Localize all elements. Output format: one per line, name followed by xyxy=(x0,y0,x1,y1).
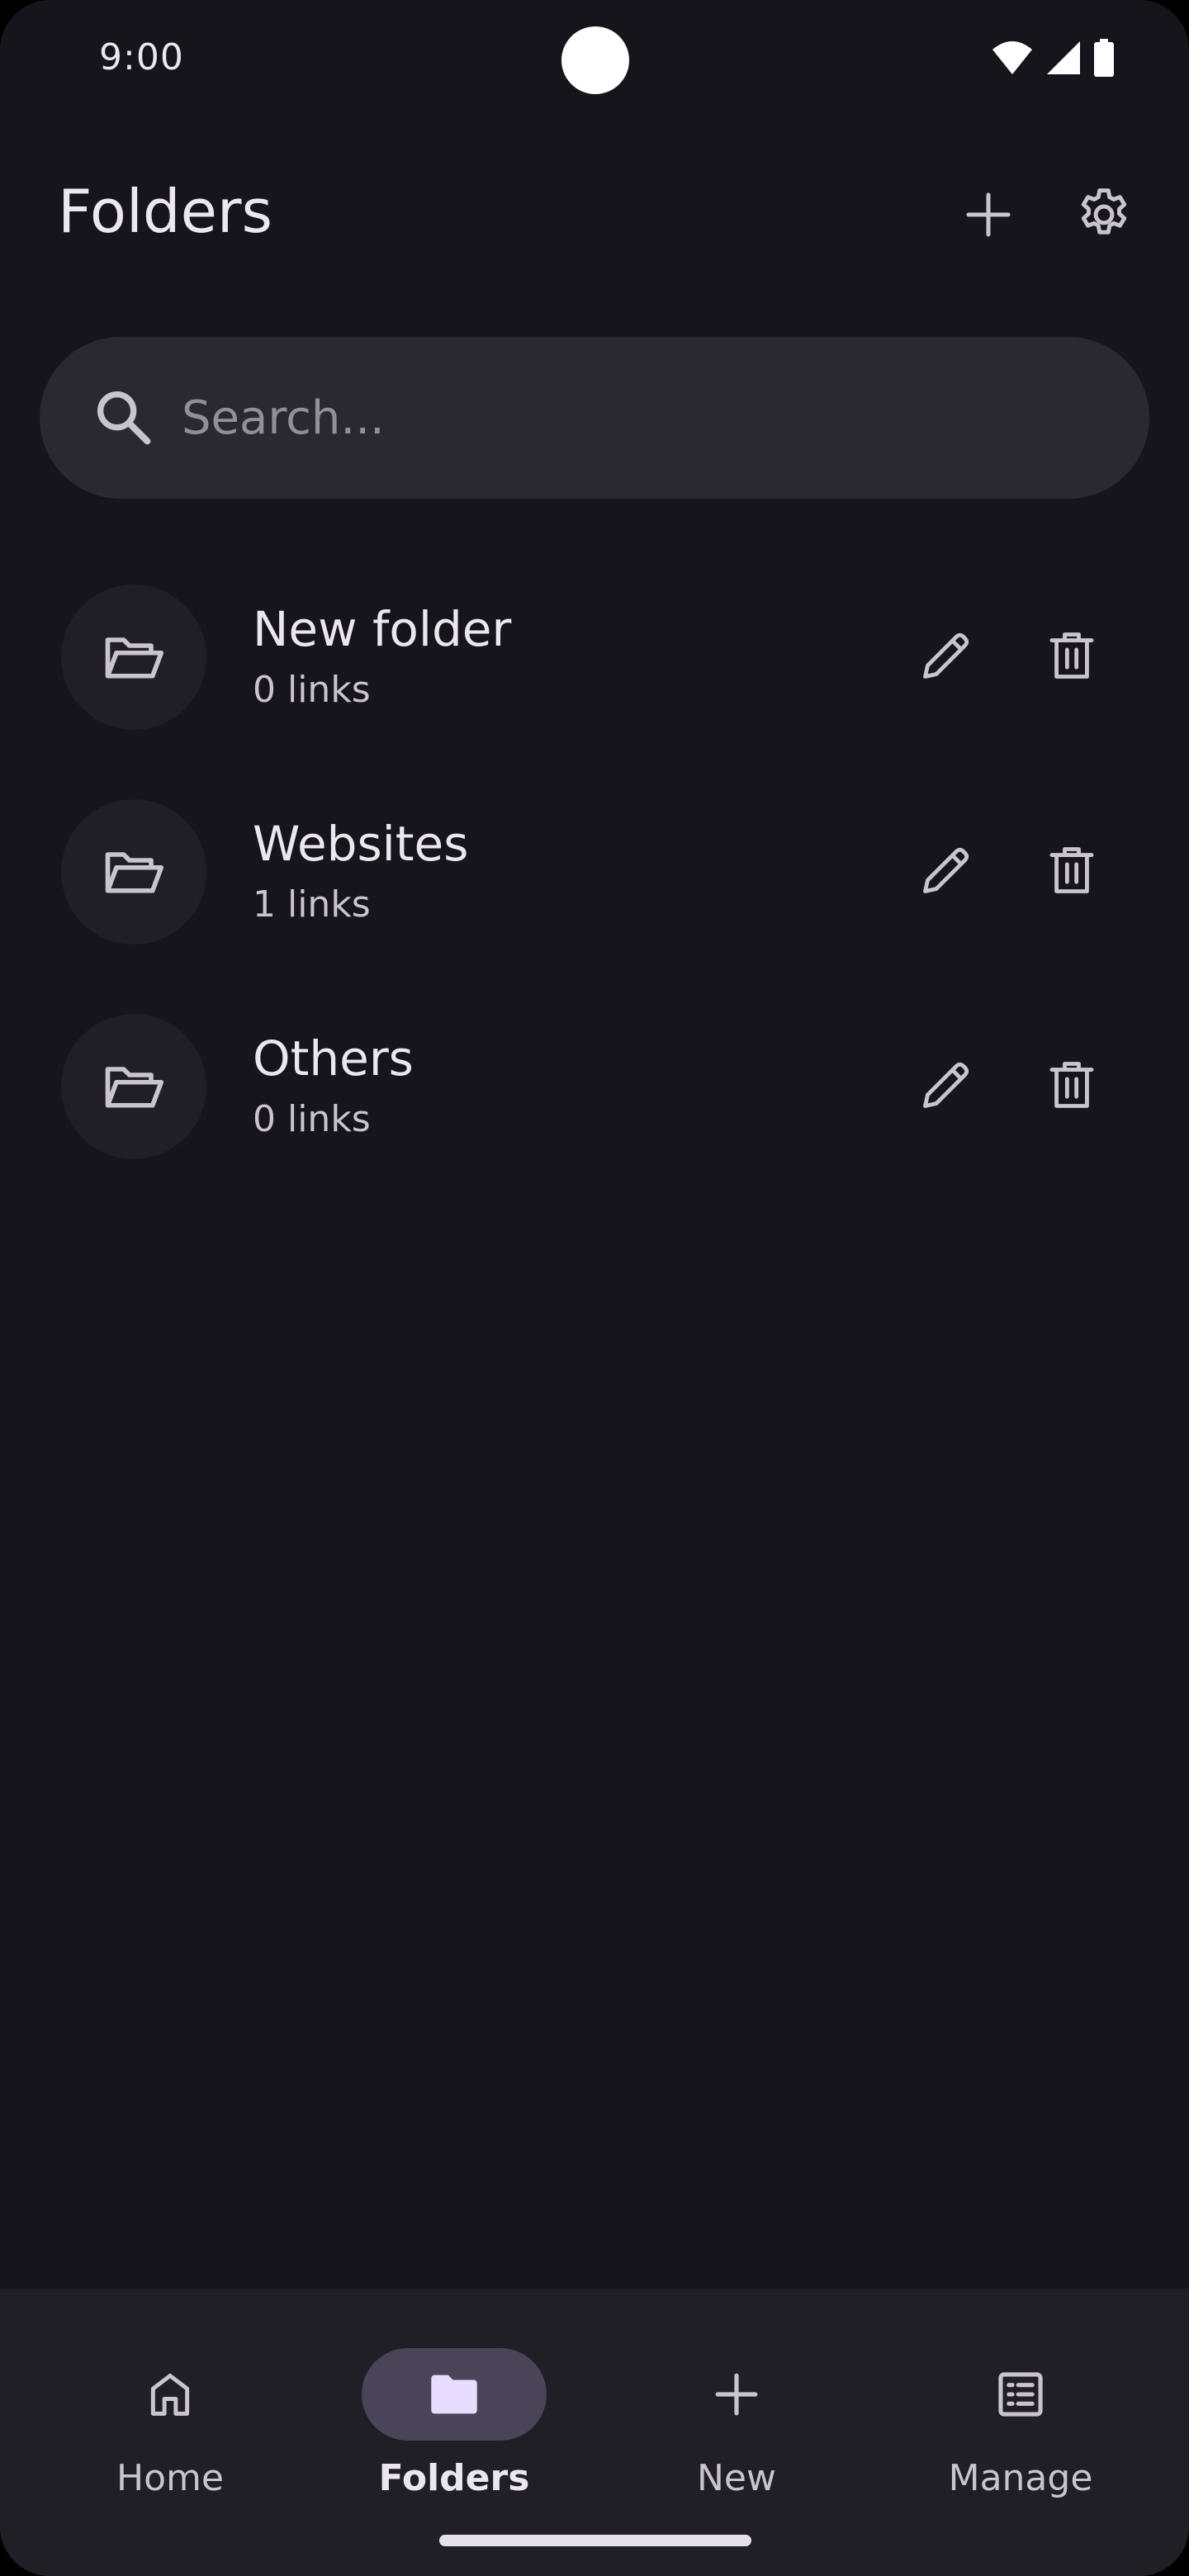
search-bar[interactable] xyxy=(40,337,1149,499)
wifi-icon xyxy=(992,41,1032,74)
nav-indicator xyxy=(928,2348,1113,2441)
status-bar: 9:00 xyxy=(0,0,1189,116)
status-icons xyxy=(991,36,1115,79)
trash-icon xyxy=(1049,1062,1094,1108)
folder-link-count: 1 links xyxy=(253,883,371,926)
folder-avatar xyxy=(61,799,206,945)
gesture-handle xyxy=(439,2535,751,2546)
plus-icon xyxy=(966,192,1011,237)
folder-link-count: 0 links xyxy=(253,1098,371,1140)
delete-folder-button[interactable] xyxy=(1026,824,1118,916)
nav-item-new[interactable]: New xyxy=(613,2318,860,2500)
folder-open-icon xyxy=(105,1067,164,1108)
edit-folder-button[interactable] xyxy=(900,824,992,916)
add-folder-button[interactable] xyxy=(943,169,1034,260)
page-title: Folders xyxy=(58,177,273,246)
folder-name: Websites xyxy=(253,816,469,872)
pencil-icon xyxy=(923,632,969,679)
settings-button[interactable] xyxy=(1059,169,1149,260)
nav-indicator xyxy=(644,2348,829,2441)
folder-link-count: 0 links xyxy=(253,669,371,711)
gear-icon xyxy=(1081,188,1127,234)
search-icon xyxy=(97,391,151,445)
nav-label: Home xyxy=(116,2457,224,2499)
folder-row[interactable]: New folder 0 links xyxy=(0,561,1189,776)
folder-avatar xyxy=(61,585,206,730)
folder-open-icon xyxy=(105,637,164,679)
pencil-icon xyxy=(923,1062,969,1108)
nav-item-manage[interactable]: Manage xyxy=(897,2318,1144,2500)
edit-folder-button[interactable] xyxy=(900,1039,992,1131)
delete-folder-button[interactable] xyxy=(1026,1039,1118,1131)
nav-label: New xyxy=(697,2457,776,2499)
status-time: 9:00 xyxy=(99,36,184,78)
folder-avatar xyxy=(61,1014,206,1159)
folder-icon xyxy=(431,2375,477,2414)
folder-name: Others xyxy=(253,1030,414,1087)
search-input[interactable] xyxy=(182,370,1090,466)
folder-row[interactable]: Websites 1 links xyxy=(0,776,1189,991)
folder-name: New folder xyxy=(253,601,512,657)
battery-icon xyxy=(1094,39,1114,77)
folder-list: New folder 0 links Websites 1 links Othe… xyxy=(0,561,1189,1205)
nav-item-folders[interactable]: Folders xyxy=(330,2318,578,2500)
plus-icon xyxy=(715,2373,758,2416)
trash-icon xyxy=(1049,847,1094,893)
nav-label: Manage xyxy=(948,2457,1093,2499)
nav-indicator xyxy=(78,2348,263,2441)
nav-label: Folders xyxy=(378,2457,530,2499)
folder-row[interactable]: Others 0 links xyxy=(0,991,1189,1205)
list-icon xyxy=(998,2372,1043,2417)
camera-cutout xyxy=(561,26,629,94)
trash-icon xyxy=(1049,632,1094,679)
delete-folder-button[interactable] xyxy=(1026,609,1118,702)
pencil-icon xyxy=(923,847,969,893)
nav-indicator-active xyxy=(362,2348,547,2441)
home-icon xyxy=(150,2373,190,2416)
top-app-bar: Folders xyxy=(0,157,1189,272)
folder-open-icon xyxy=(105,852,164,893)
bottom-navigation-bar: Home Folders New Manage xyxy=(0,2289,1189,2576)
screen: 9:00 Folders Search... New folder 0 link… xyxy=(0,0,1189,2576)
edit-folder-button[interactable] xyxy=(900,609,992,702)
cellular-signal-icon xyxy=(1047,41,1080,74)
nav-item-home[interactable]: Home xyxy=(46,2318,294,2500)
